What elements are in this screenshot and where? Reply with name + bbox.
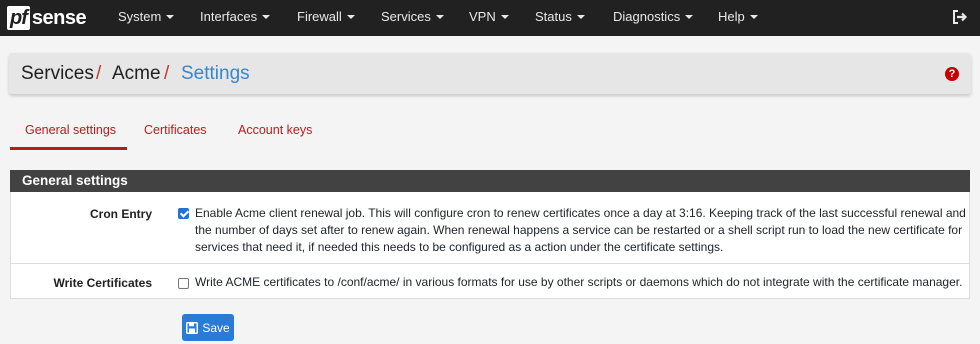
caret-down-icon [262, 14, 271, 19]
nav-firewall-menu[interactable]: Firewall [297, 0, 355, 36]
description-line: the number of days set after to renew ag… [195, 223, 963, 237]
nav-interfaces-menu[interactable]: Interfaces [200, 0, 271, 36]
tab-account-keys[interactable]: Account keys [238, 123, 312, 137]
caret-down-icon [576, 14, 585, 19]
write-certificates-label: Write Certificates [53, 276, 152, 290]
nav-item-label: Help [718, 9, 745, 24]
nav-status-menu[interactable]: Status [535, 0, 585, 36]
nav-item-label: Services [381, 9, 431, 24]
description-line: Write ACME certificates to /conf/acme/ i… [195, 275, 963, 289]
nav-help-menu[interactable]: Help [718, 0, 758, 36]
logo-pf-text: pf [7, 6, 30, 30]
panel-title: General settings [10, 170, 970, 192]
caret-down-icon [166, 14, 175, 19]
caret-down-icon [500, 14, 509, 19]
breadcrumb-settings: Settings [181, 63, 250, 84]
nav-item-label: Interfaces [200, 9, 258, 24]
description-line: services that need it, if needed this ne… [195, 240, 724, 254]
caret-down-icon [685, 14, 694, 19]
cron-entry-label: Cron Entry [89, 207, 152, 221]
caret-down-icon [435, 14, 444, 19]
question-circle-icon[interactable]: ? [945, 67, 959, 81]
save-button-label: Save [202, 320, 230, 335]
breadcrumb-acme[interactable]: Acme [112, 63, 161, 85]
pfsense-logo[interactable]: pf sense [7, 5, 87, 31]
nav-item-label: Status [535, 9, 572, 24]
breadcrumb-separator: / [164, 63, 170, 84]
nav-item-label: Firewall [297, 9, 342, 24]
sign-out-icon[interactable] [952, 9, 968, 25]
caret-down-icon [346, 14, 355, 19]
breadcrumb-services[interactable]: Services [21, 63, 94, 85]
nav-item-label: System [118, 9, 162, 24]
top-navbar: pf sense System Interfaces Firewall Serv… [0, 0, 980, 36]
nav-system-menu[interactable]: System [118, 0, 175, 36]
save-button[interactable]: Save [182, 314, 234, 341]
nav-item-label: VPN [469, 9, 496, 24]
description-line: Enable Acme client renewal job. This wil… [195, 206, 966, 220]
write-certificates-checkbox[interactable] [178, 278, 189, 289]
caret-down-icon [749, 14, 758, 19]
nav-item-label: Diagnostics [613, 9, 681, 24]
cron-entry-description: Enable Acme client renewal job. This wil… [195, 205, 970, 256]
nav-services-menu[interactable]: Services [381, 0, 444, 36]
breadcrumb-separator: / [96, 63, 102, 84]
cron-entry-checkbox[interactable] [178, 208, 189, 219]
tab-certificates[interactable]: Certificates [144, 123, 207, 137]
save-icon [186, 321, 199, 334]
nav-diagnostics-menu[interactable]: Diagnostics [613, 0, 694, 36]
write-certificates-description: Write ACME certificates to /conf/acme/ i… [195, 274, 970, 291]
tab-general-settings[interactable]: General settings [25, 123, 116, 137]
nav-vpn-menu[interactable]: VPN [469, 0, 509, 36]
breadcrumb: Services / Acme / Settings ? [9, 53, 971, 94]
active-tab-indicator [10, 147, 127, 150]
logo-sense-text: sense [31, 6, 87, 29]
row-divider [10, 263, 970, 264]
